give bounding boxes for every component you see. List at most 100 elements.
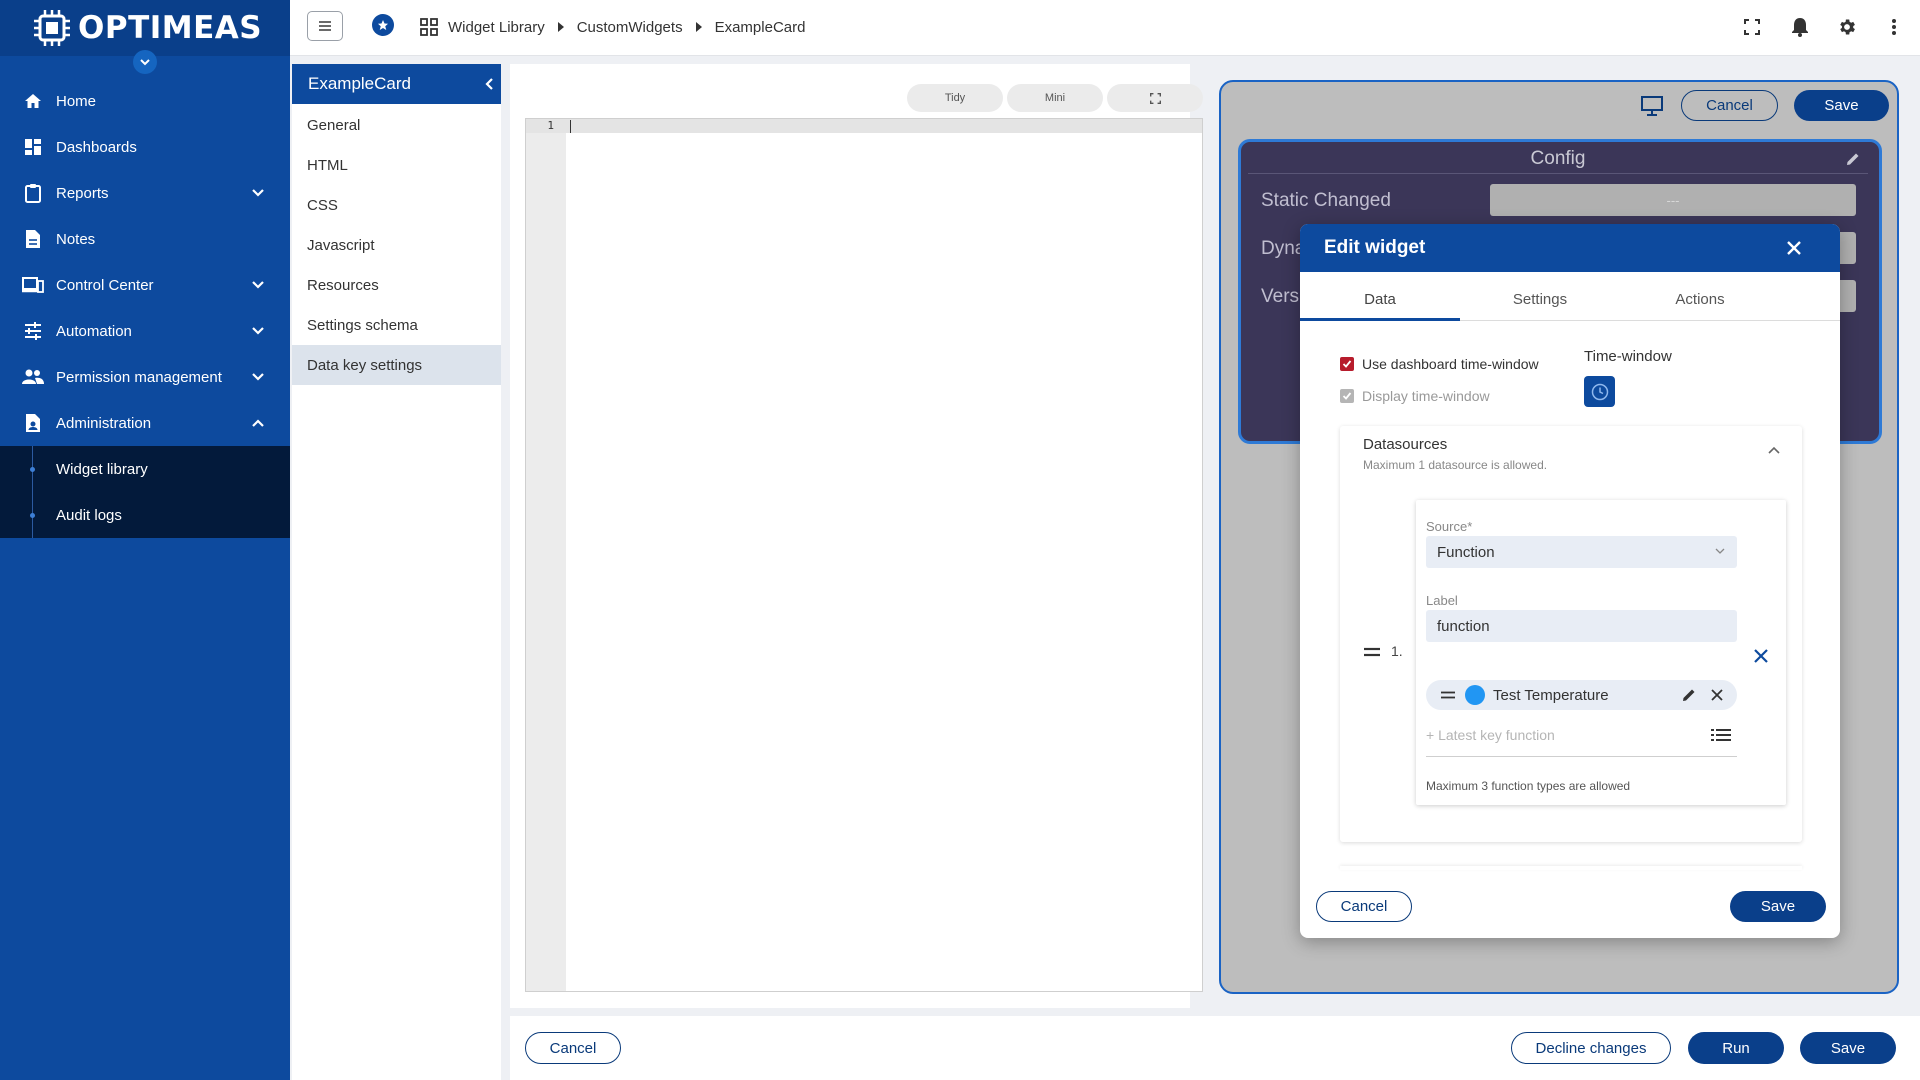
tidy-button[interactable]: Tidy [907,84,1003,112]
nav-data-key-settings[interactable]: Data key settings [292,345,501,385]
menu-toggle-button[interactable] [307,11,343,41]
pencil-icon[interactable] [1845,151,1861,167]
sidebar-item-automation[interactable]: Automation [0,308,290,354]
logo-chip-icon [32,8,72,48]
dashboard-icon [22,136,44,158]
sidebar-item-dashboards[interactable]: Dashboards [0,124,290,170]
nav-label: HTML [307,156,348,174]
chevron-up-icon [1768,446,1780,454]
run-button[interactable]: Run [1688,1032,1784,1064]
edit-key-button[interactable] [1679,685,1699,705]
editor-active-line [526,119,1202,133]
widget-name: ExampleCard [308,74,411,93]
tune-icon [22,320,44,342]
breadcrumb-item[interactable]: CustomWidgets [577,19,683,36]
data-key-name: Test Temperature [1493,687,1609,704]
notifications-button[interactable] [1787,14,1813,40]
logo-bar: OPTIMEAS [0,0,290,56]
dialog-cancel-button[interactable]: Cancel [1316,891,1412,922]
cancel-button[interactable]: Cancel [525,1032,621,1064]
sidebar-item-permission-management[interactable]: Permission management [0,354,290,400]
use-dashboard-tw-checkbox[interactable] [1340,357,1354,371]
dialog-save-button[interactable]: Save [1730,891,1826,922]
widget-editor-title: ExampleCard [292,64,501,104]
nav-label: General [307,116,361,134]
sidebar-subitem-audit-logs[interactable]: Audit logs [0,492,290,538]
nav-label: Data key settings [307,356,423,374]
close-icon [1754,649,1768,663]
nav-javascript[interactable]: Javascript [292,225,501,265]
clipboard-icon [22,182,44,204]
preview-cancel-button[interactable]: Cancel [1681,90,1778,121]
save-button[interactable]: Save [1800,1032,1896,1064]
sidebar-item-control-center[interactable]: Control Center [0,262,290,308]
time-window-button[interactable] [1584,376,1615,407]
decline-changes-button[interactable]: Decline changes [1511,1032,1671,1064]
mini-button[interactable]: Mini [1007,84,1103,112]
sidebar-subitem-widget-library[interactable]: Widget library [0,446,290,492]
tab-data[interactable]: Data [1300,278,1460,320]
nav-general[interactable]: General [292,105,501,145]
remove-datasource-button[interactable] [1750,645,1772,667]
nav-label: CSS [307,196,338,214]
nav-settings-schema[interactable]: Settings schema [292,305,501,345]
chevron-down-icon [1715,548,1725,555]
remove-key-button[interactable] [1707,685,1727,705]
sidebar-item-label: Dashboards [56,138,137,156]
more-options-button[interactable] [1881,14,1907,40]
latest-key-function-input[interactable]: + Latest key function [1426,727,1555,743]
nav-html[interactable]: HTML [292,145,501,185]
source-label: Source* [1426,519,1473,534]
line-number: 1 [547,119,554,132]
collapse-datasources-button[interactable] [1766,442,1782,458]
config-row-label: Dyna [1261,238,1306,259]
home-icon [22,90,44,112]
tab-actions[interactable]: Actions [1620,278,1780,320]
preview-save-button[interactable]: Save [1794,90,1889,121]
sidebar-item-label: Automation [56,322,132,340]
collapse-panel-button[interactable] [480,74,498,94]
source-select[interactable]: Function [1426,536,1737,568]
sidebar-item-home[interactable]: Home [0,78,290,124]
nav-label: Settings schema [307,316,418,334]
nav-css[interactable]: CSS [292,185,501,225]
editor-fullscreen-button[interactable] [1107,84,1203,112]
more-vert-icon [1892,19,1896,35]
datasources-title: Datasources [1363,436,1448,453]
fullscreen-button[interactable] [1739,14,1765,40]
preview-device-button[interactable] [1635,92,1669,120]
chevron-down-icon [248,372,268,382]
settings-button[interactable] [1834,14,1860,40]
bell-icon [1792,18,1808,37]
drag-handle-icon[interactable] [1440,690,1456,700]
dialog-close-button[interactable] [1782,236,1806,260]
sidebar-item-reports[interactable]: Reports [0,170,290,216]
next-section-edge [1340,866,1802,870]
favorite-star-button[interactable] [372,14,394,36]
key-color-dot[interactable] [1465,685,1485,705]
sidebar-item-label: Permission management [56,368,222,386]
sidebar-item-administration[interactable]: Administration [0,400,290,446]
menu-icon [319,21,331,31]
fullscreen-icon [1149,92,1161,104]
gear-icon [1840,19,1855,35]
datasource-index: 1. [1391,643,1403,659]
sidebar-toggle-button[interactable] [133,50,157,74]
label-input[interactable]: function [1426,610,1737,642]
list-icon[interactable] [1710,726,1732,744]
code-editor[interactable] [525,118,1203,992]
chevron-down-icon [140,59,150,66]
chevron-down-icon [248,188,268,198]
drag-handle-icon[interactable] [1363,646,1381,658]
nav-resources[interactable]: Resources [292,265,501,305]
close-icon [1711,689,1723,701]
tab-settings[interactable]: Settings [1460,278,1620,320]
sidebar-item-notes[interactable]: Notes [0,216,290,262]
datasources-subtitle: Maximum 1 datasource is allowed. [1363,458,1548,472]
breadcrumb-item[interactable]: Widget Library [448,19,545,36]
time-window-label: Time-window [1584,348,1672,365]
devices-icon [22,274,44,296]
input-underline [1426,756,1737,757]
config-title: Config [1248,144,1868,174]
sidebar-item-label: Administration [56,414,152,432]
